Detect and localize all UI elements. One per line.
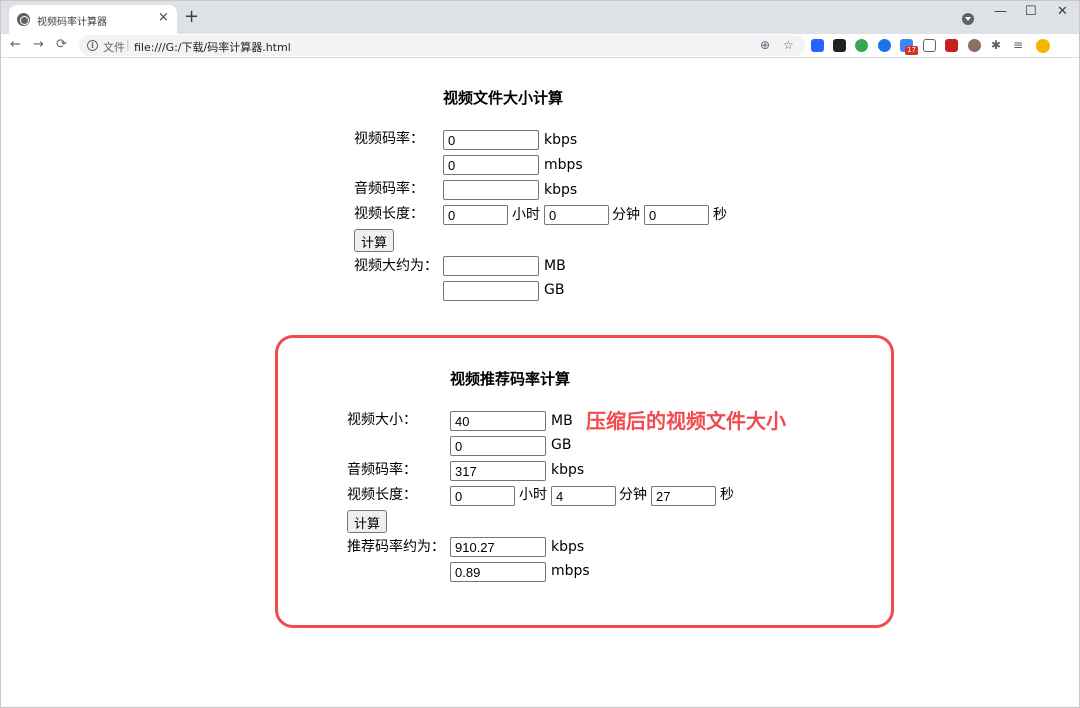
address-bar[interactable]: i 文件 | file:///G:/下载/码率计算器.html ⊕ ☆ (79, 35, 805, 56)
hours-input-2[interactable] (450, 486, 515, 506)
extension-refresh-icon[interactable] (878, 39, 891, 52)
zoom-icon[interactable]: ⊕ (760, 38, 770, 52)
annotation-text: 压缩后的视频文件大小 (586, 409, 786, 433)
recommended-bitrate-label: 推荐码率约为： (347, 539, 445, 555)
video-kbps-unit: kbps (544, 132, 578, 148)
tab-title: 视频码率计算器 (37, 17, 107, 28)
scheme-label: 文件 (103, 41, 125, 54)
video-bitrate-mbps-input[interactable] (443, 155, 539, 175)
minutes-unit: 分钟 (612, 207, 640, 223)
extensions-puzzle-icon[interactable]: ✱ (991, 38, 1001, 52)
calculate-size-button[interactable]: 计算 (354, 229, 395, 252)
highlight-box (275, 335, 894, 628)
result-size-label: 视频大约为： (354, 258, 438, 274)
hours-unit: 小时 (512, 207, 540, 223)
info-icon[interactable]: i (87, 40, 98, 51)
file-size-heading: 视频文件大小计算 (443, 89, 564, 107)
result-mbps-field[interactable] (450, 562, 546, 582)
video-length-label-2: 视频长度： (347, 487, 417, 503)
size-gb-unit: GB (551, 437, 572, 453)
seconds-unit: 秒 (713, 207, 727, 223)
audio-bitrate-label: 音频码率： (354, 181, 424, 197)
extension-badge: 17 (905, 46, 918, 55)
video-size-label: 视频大小： (347, 412, 417, 428)
minimize-button[interactable]: — (994, 4, 1007, 20)
result-mbps-unit: mbps (551, 563, 590, 579)
reading-list-icon[interactable]: ≡ (1013, 38, 1023, 52)
audio-kbps-unit: kbps (544, 182, 578, 198)
profile-avatar[interactable] (1036, 39, 1050, 53)
audio-kbps-unit-2: kbps (551, 462, 585, 478)
audio-bitrate-label-2: 音频码率： (347, 462, 417, 478)
bookmark-star-icon[interactable]: ☆ (783, 38, 794, 52)
extension-tab-icon[interactable] (833, 39, 846, 52)
hours-input[interactable] (443, 205, 508, 225)
result-gb-unit: GB (544, 282, 565, 298)
extension-avatar-icon[interactable] (968, 39, 981, 52)
extension-ublock-icon[interactable] (945, 39, 958, 52)
video-bitrate-kbps-input[interactable] (443, 130, 539, 150)
close-window-button[interactable]: ✕ (1057, 4, 1068, 20)
video-mbps-unit: mbps (544, 157, 583, 173)
result-kbps-unit: kbps (551, 539, 585, 555)
video-size-gb-input[interactable] (450, 436, 546, 456)
audio-bitrate-input-2[interactable] (450, 461, 546, 481)
result-kbps-field[interactable] (450, 537, 546, 557)
extension-check-icon[interactable] (855, 39, 868, 52)
extension-download-icon[interactable] (811, 39, 824, 52)
forward-button[interactable]: → (33, 37, 44, 53)
maximize-button[interactable]: ☐ (1025, 4, 1037, 20)
new-tab-button[interactable]: + (184, 8, 199, 26)
seconds-unit-2: 秒 (720, 487, 734, 503)
seconds-input-2[interactable] (651, 486, 716, 506)
minutes-input-2[interactable] (551, 486, 616, 506)
browser-window: 视频码率计算器 × + — ☐ ✕ ← → ⟳ i 文件 | file:///G… (0, 0, 1080, 708)
video-size-mb-input[interactable] (450, 411, 546, 431)
url-text[interactable]: file:///G:/下载/码率计算器.html (134, 39, 291, 55)
page-content: 视频文件大小计算 视频码率： kbps mbps 音频码率： kbps 视频长度… (1, 59, 1079, 707)
globe-icon (17, 13, 30, 26)
back-button[interactable]: ← (10, 37, 21, 53)
size-mb-unit: MB (551, 413, 573, 429)
result-gb-field[interactable] (443, 281, 539, 301)
extension-save-icon[interactable] (923, 39, 936, 52)
browser-toolbar: ← → ⟳ i 文件 | file:///G:/下载/码率计算器.html ⊕ … (1, 34, 1079, 58)
result-mb-field[interactable] (443, 256, 539, 276)
video-bitrate-label: 视频码率： (354, 131, 424, 147)
hours-unit-2: 小时 (519, 487, 547, 503)
result-mb-unit: MB (544, 258, 566, 274)
tab-close-icon[interactable]: × (158, 10, 169, 26)
reload-button[interactable]: ⟳ (56, 37, 67, 53)
url-separator: | (126, 38, 130, 51)
audio-bitrate-input[interactable] (443, 180, 539, 200)
minutes-unit-2: 分钟 (619, 487, 647, 503)
tab-active[interactable]: 视频码率计算器 × (9, 5, 177, 34)
calculate-bitrate-button[interactable]: 计算 (347, 510, 388, 533)
minutes-input[interactable] (544, 205, 609, 225)
bitrate-heading: 视频推荐码率计算 (450, 370, 571, 388)
seconds-input[interactable] (644, 205, 709, 225)
video-length-label: 视频长度： (354, 206, 424, 222)
tab-strip: 视频码率计算器 × + — ☐ ✕ (1, 1, 1079, 34)
tab-search-icon[interactable] (962, 13, 974, 25)
